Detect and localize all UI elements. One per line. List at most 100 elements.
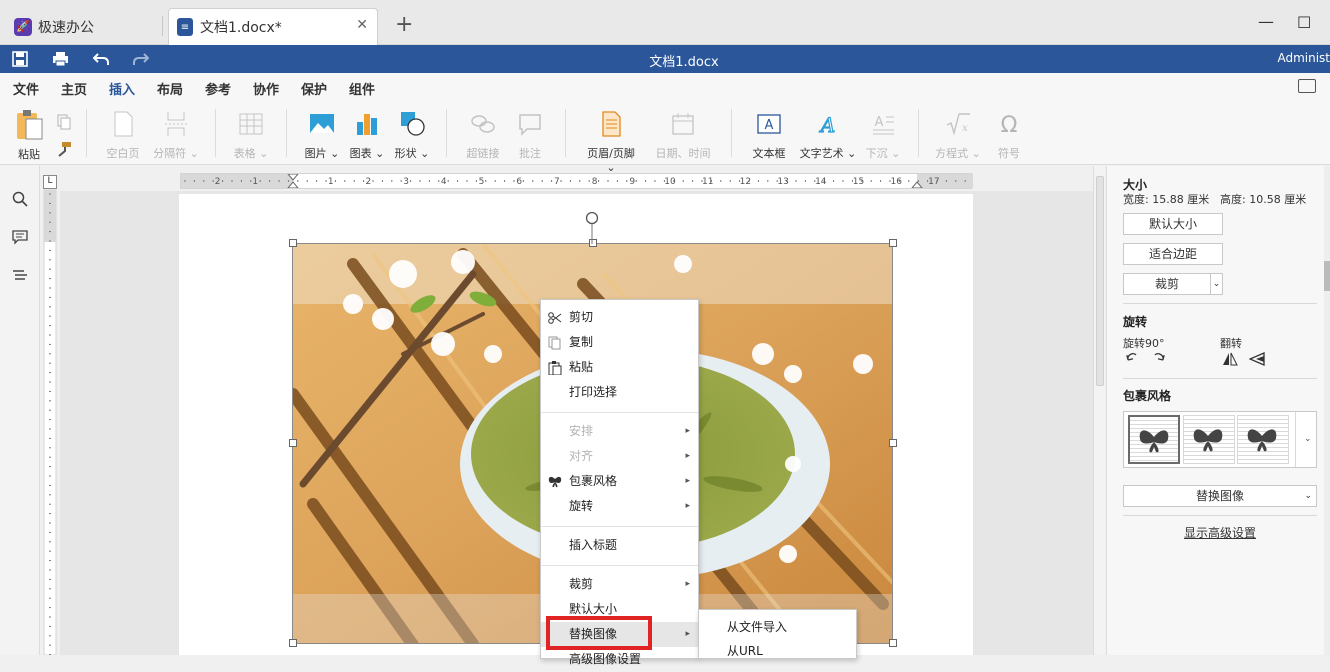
header-footer-button[interactable]: 页眉/页脚 ⌄ — [582, 111, 640, 174]
menu-references[interactable]: 参考 — [205, 79, 231, 98]
show-advanced-settings-link[interactable]: 显示高级设置 — [1123, 524, 1317, 541]
menu-item-paste[interactable]: 粘贴 — [541, 355, 698, 380]
menu-separator — [541, 526, 698, 527]
paste-button[interactable]: 粘贴 — [12, 109, 46, 162]
flip-vertical-icon[interactable] — [1249, 352, 1265, 366]
user-name[interactable]: Administ — [1277, 51, 1330, 65]
resize-handle[interactable] — [889, 439, 897, 447]
menu-item-copy[interactable]: 复制 — [541, 330, 698, 355]
tab-document[interactable]: ≡ 文档1.docx* ✕ — [168, 8, 378, 45]
comment-button[interactable]: 批注 — [514, 111, 546, 161]
tab-home-label: 极速办公 — [38, 19, 94, 36]
crop-button[interactable]: 裁剪 — [1123, 273, 1211, 295]
submenu-from-url[interactable]: 从URL — [727, 639, 763, 663]
menu-item-insert-caption[interactable]: 插入标题 — [541, 533, 698, 558]
blank-page-button[interactable]: 空白页 — [103, 111, 143, 161]
menu-item-align[interactable]: 对齐 ▸ — [541, 444, 698, 469]
format-painter-icon[interactable] — [56, 141, 72, 157]
rotate-left-icon[interactable] — [1125, 352, 1139, 366]
highlight-box — [546, 616, 652, 650]
rotate90-label: 旋转90° — [1123, 337, 1165, 350]
search-icon[interactable] — [12, 191, 28, 207]
menu-item-cut[interactable]: 剪切 — [541, 305, 698, 330]
page-break-button[interactable]: 分隔符 ⌄ — [153, 111, 199, 161]
menu-item-arrange[interactable]: 安排 ▸ — [541, 419, 698, 444]
vertical-ruler — [43, 189, 57, 655]
panel-scrollbar[interactable] — [1324, 166, 1330, 655]
replace-image-dropdown[interactable]: 替换图像 ⌄ — [1123, 485, 1317, 507]
resize-handle[interactable] — [289, 239, 297, 247]
text-art-icon: A — [818, 112, 836, 137]
menu-plugins[interactable]: 组件 — [349, 79, 375, 98]
fit-margin-button[interactable]: 适合边距 — [1123, 243, 1223, 265]
table-label: 表格 ⌄ — [233, 147, 269, 160]
rotate-handle-icon[interactable] — [584, 210, 600, 244]
menu-home[interactable]: 主页 — [61, 79, 87, 98]
comment-panel-icon[interactable] — [12, 229, 28, 245]
default-size-button[interactable]: 默认大小 — [1123, 213, 1223, 235]
wrap-option-square[interactable] — [1128, 415, 1180, 464]
rotate-right-icon[interactable] — [1152, 352, 1166, 366]
resize-handle[interactable] — [889, 639, 897, 647]
navigation-icon[interactable] — [12, 268, 28, 284]
document-title: 文档1.docx — [649, 55, 719, 70]
menu-item-crop[interactable]: 裁剪 ▸ — [541, 572, 698, 597]
symbol-button[interactable]: Ω 符号 — [994, 111, 1024, 161]
maximize-button[interactable]: ☐ — [1297, 13, 1311, 32]
page-break-label: 分隔符 ⌄ — [153, 147, 199, 160]
ruler-label: 5 — [479, 177, 485, 187]
new-tab-button[interactable]: + — [395, 12, 413, 37]
menu-item-advanced-settings[interactable]: 高级图像设置 — [541, 647, 698, 672]
menu-separator — [541, 565, 698, 566]
menu-protect[interactable]: 保护 — [301, 79, 327, 98]
menu-layout[interactable]: 布局 — [157, 79, 183, 98]
image-button[interactable]: 图片 ⌄ — [303, 111, 341, 161]
chevron-down-icon[interactable]: ⌄ — [1304, 434, 1312, 444]
minimize-button[interactable]: — — [1258, 12, 1274, 31]
date-time-button[interactable]: 日期、时间 — [653, 111, 713, 161]
chart-button[interactable]: 图表 ⌄ — [348, 111, 386, 161]
flip-horizontal-icon[interactable] — [1222, 352, 1238, 366]
equation-button[interactable]: x 方程式 ⌄ — [935, 111, 981, 161]
title-bar: 文档1.docx Administ — [0, 45, 1330, 73]
menu-item-print-selection[interactable]: 打印选择 — [541, 380, 698, 405]
dropcap-button[interactable]: A 下沉 ⌄ — [864, 111, 902, 161]
butterfly-icon — [1193, 429, 1223, 452]
panel-scrollbar-thumb[interactable] — [1324, 261, 1330, 291]
vertical-scrollbar[interactable] — [1093, 166, 1105, 655]
resize-handle[interactable] — [289, 439, 297, 447]
resize-handle[interactable] — [289, 639, 297, 647]
scissors-icon — [548, 312, 562, 324]
resize-handle[interactable] — [889, 239, 897, 247]
wrap-option-tight[interactable] — [1183, 415, 1235, 464]
menu-insert[interactable]: 插入 — [109, 79, 136, 104]
chart-label: 图表 ⌄ — [349, 147, 385, 160]
shape-button[interactable]: 形状 ⌄ — [393, 111, 431, 161]
copy-icon[interactable] — [57, 114, 71, 130]
crop-dropdown-button[interactable]: ⌄ — [1210, 273, 1223, 295]
submenu-from-file[interactable]: 从文件导入 — [727, 615, 787, 639]
chevron-right-icon: ▸ — [685, 629, 690, 639]
butterfly-icon — [1247, 429, 1277, 452]
menu-item-crop-label: 裁剪 — [569, 577, 594, 591]
date-time-label: 日期、时间 — [655, 147, 711, 160]
header-footer-label: 页眉/页脚 ⌄ — [587, 147, 635, 174]
chevron-right-icon: ▸ — [685, 476, 690, 486]
text-art-button[interactable]: A 文字艺术 ⌄ — [799, 111, 857, 161]
scrollbar-thumb[interactable] — [1096, 176, 1104, 386]
paste-icon — [17, 110, 43, 140]
exit-icon[interactable] — [1298, 79, 1316, 93]
menu-collaborate[interactable]: 协作 — [253, 79, 279, 98]
menu-item-rotate[interactable]: 旋转 ▸ — [541, 494, 698, 519]
table-button[interactable]: 表格 ⌄ — [232, 111, 270, 161]
tab-home[interactable]: 🚀 极速办公 — [8, 8, 160, 45]
textbox-button[interactable]: A 文本框 — [749, 111, 789, 161]
paste-icon — [548, 361, 562, 375]
wrap-option-through[interactable] — [1237, 415, 1289, 464]
hyperlink-button[interactable]: 超链接 — [463, 111, 503, 161]
ruler-label: 12 — [740, 177, 751, 187]
menu-item-wrap-style[interactable]: 包裹风格 ▸ — [541, 469, 698, 494]
paste-label: 粘贴 — [18, 148, 40, 161]
close-icon[interactable]: ✕ — [356, 17, 368, 33]
menu-file[interactable]: 文件 — [13, 79, 39, 98]
